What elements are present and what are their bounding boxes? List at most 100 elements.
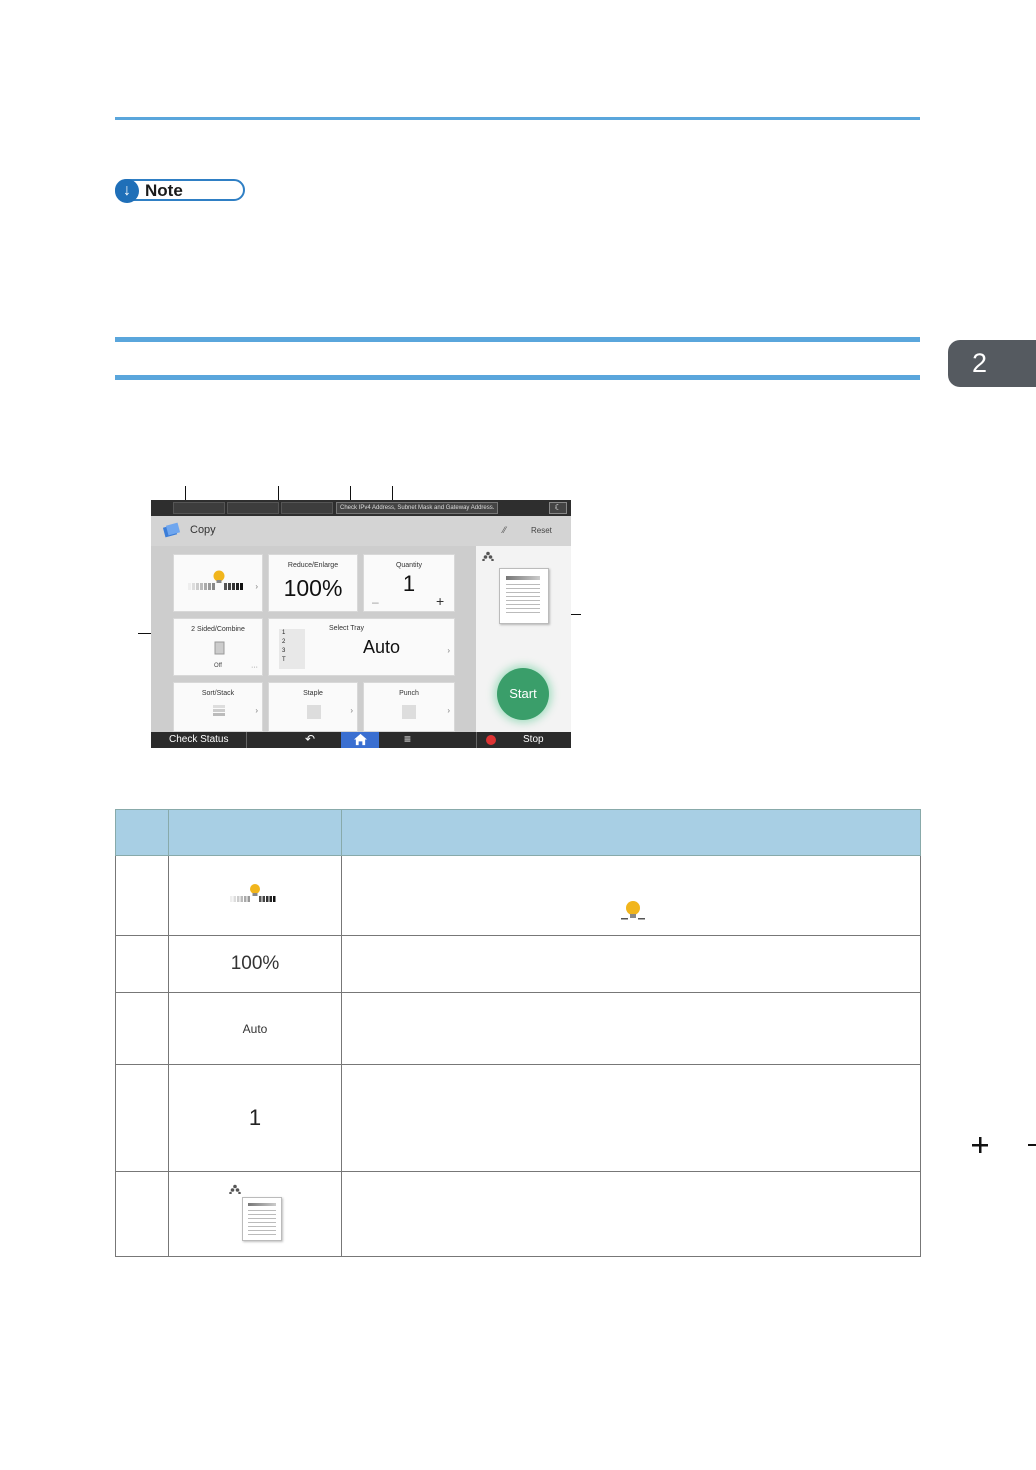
table-cell <box>341 992 921 1065</box>
check-status-button[interactable]: Check Status <box>169 734 228 745</box>
tray-item: 2 <box>282 639 286 645</box>
table-cell <box>341 1171 921 1257</box>
table-cell <box>168 1171 342 1257</box>
table-row: 100% <box>115 935 921 993</box>
function-table: 100% Auto 1 <box>115 809 1036 1257</box>
two-sided-label: 2 Sided/Combine <box>191 626 245 633</box>
tray-list: 1 2 3 T <box>279 629 305 669</box>
app-title: Copy <box>190 524 216 536</box>
divider <box>246 732 247 748</box>
table-cell <box>341 1064 1036 1172</box>
table-header-cell <box>168 809 342 856</box>
copy-app-icon <box>163 522 181 538</box>
table-cell <box>341 855 921 936</box>
table-header-row <box>115 809 921 856</box>
density-scale-icon <box>188 570 243 590</box>
status-segment <box>281 502 333 514</box>
reset-button[interactable]: Reset <box>531 526 552 535</box>
section-rule-bottom <box>115 375 920 380</box>
reduce-enlarge-tile[interactable]: Reduce/Enlarge 100% <box>268 554 358 612</box>
chapter-tab: 2 <box>948 340 1036 387</box>
header-rule <box>115 117 920 120</box>
home-button[interactable] <box>341 732 379 748</box>
tray-item: 1 <box>282 630 286 636</box>
select-tray-value: Auto <box>362 637 401 657</box>
chevron-right-icon: › <box>255 706 258 716</box>
plus-icon <box>972 1137 988 1153</box>
copy-screen: Check IPv4 Address, Subnet Mask and Gate… <box>151 500 571 748</box>
home-icon <box>354 733 367 746</box>
select-tray-label: Select Tray <box>329 625 365 632</box>
punch-page-icon <box>402 705 416 719</box>
table-cell <box>115 992 169 1065</box>
select-tray-tile[interactable]: Select Tray 1 2 3 T Auto › <box>268 618 455 676</box>
punch-label: Punch <box>399 690 419 697</box>
more-icon: ··· <box>251 664 258 671</box>
system-bar: Check Status ↶ ≡ Stop <box>151 732 571 748</box>
tray-item: 3 <box>282 648 286 654</box>
table-row: 1 <box>115 1064 1036 1172</box>
toner-dots-icon <box>482 551 494 561</box>
status-segment <box>173 502 225 514</box>
table-header-cell <box>341 809 921 856</box>
two-sided-value: Off <box>214 663 222 669</box>
moon-icon[interactable]: ☾ <box>549 502 567 514</box>
lightbulb-icon <box>621 901 645 920</box>
app-bar: Copy ⁄⁄ Reset <box>151 516 571 546</box>
table-cell <box>115 935 169 993</box>
table-cell <box>115 855 169 936</box>
preview-page-icon[interactable] <box>499 568 549 624</box>
toner-dots-icon <box>229 1184 241 1194</box>
density-scale-icon <box>230 884 276 902</box>
preview-page-icon <box>242 1197 282 1241</box>
quantity-label: Quantity <box>395 562 423 569</box>
tray-item: T <box>282 657 286 663</box>
stop-icon[interactable] <box>486 735 496 745</box>
plus-icon[interactable]: + <box>436 593 444 609</box>
sort-stack-label: Sort/Stack <box>201 690 235 697</box>
table-cell <box>115 1064 169 1172</box>
reduce-enlarge-label: Reduce/Enlarge <box>287 562 339 569</box>
table-cell: 1 <box>168 1064 342 1172</box>
note-badge: ↓ Note <box>115 179 245 203</box>
stack-icon <box>213 705 225 716</box>
density-tile[interactable]: › <box>173 554 263 612</box>
table-header-cell <box>115 809 169 856</box>
stop-button[interactable]: Stop <box>523 734 544 745</box>
chevron-right-icon: › <box>350 706 353 716</box>
table-cell <box>115 1171 169 1257</box>
two-sided-combine-tile[interactable]: 2 Sided/Combine Off ··· <box>173 618 263 676</box>
note-label: Note <box>145 181 183 200</box>
staple-tile[interactable]: Staple › <box>268 682 358 732</box>
status-segment <box>227 502 279 514</box>
two-sided-page-icon <box>214 641 225 655</box>
section-rule-top <box>115 337 920 342</box>
table-row: Auto <box>115 992 921 1065</box>
chevron-right-icon: › <box>447 645 450 655</box>
quantity-tile[interactable]: Quantity 1 – + <box>363 554 455 612</box>
punch-tile[interactable]: Punch › <box>363 682 455 732</box>
status-bar: Check IPv4 Address, Subnet Mask and Gate… <box>151 500 571 516</box>
staple-label: Staple <box>303 690 323 697</box>
table-row <box>115 855 921 936</box>
preview-pane: Start <box>476 546 571 732</box>
start-button[interactable]: Start <box>497 668 549 720</box>
table-cell <box>168 855 342 936</box>
chevron-right-icon: › <box>255 581 258 591</box>
divider <box>476 732 477 748</box>
reset-icon[interactable]: ⁄⁄ <box>503 525 513 535</box>
menu-icon[interactable]: ≡ <box>404 732 411 746</box>
minus-icon <box>1028 1144 1036 1146</box>
table-cell: 100% <box>168 935 342 993</box>
arrow-down-icon: ↓ <box>115 179 139 203</box>
reduce-enlarge-value: 100% <box>283 575 343 601</box>
status-message[interactable]: Check IPv4 Address, Subnet Mask and Gate… <box>336 502 498 514</box>
table-row <box>115 1171 921 1257</box>
minus-icon[interactable]: – <box>372 595 379 609</box>
back-icon[interactable]: ↶ <box>305 732 315 746</box>
sort-stack-tile[interactable]: Sort/Stack › <box>173 682 263 732</box>
staple-page-icon <box>307 705 321 719</box>
chevron-right-icon: › <box>447 706 450 716</box>
table-cell: Auto <box>168 992 342 1065</box>
table-cell <box>341 935 921 993</box>
